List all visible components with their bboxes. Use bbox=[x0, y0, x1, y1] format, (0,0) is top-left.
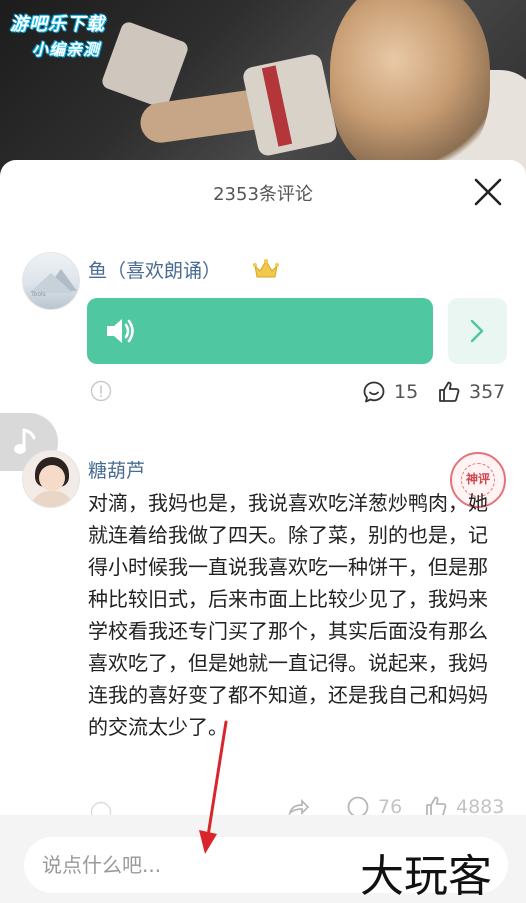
crown-icon bbox=[253, 259, 279, 278]
comment-username[interactable]: 鱼（喜欢朗诵） bbox=[88, 256, 221, 283]
top-watermark: 游吧乐下载 小编亲测 bbox=[10, 10, 142, 60]
avatar[interactable]: Tools bbox=[22, 252, 80, 310]
watermark-line2: 小编亲测 bbox=[32, 40, 101, 59]
sheet-header: 2353条评论 bbox=[0, 160, 526, 222]
like-count-value: 357 bbox=[469, 381, 506, 403]
bottom-watermark: 大玩客 bbox=[360, 851, 492, 902]
report-icon[interactable] bbox=[90, 380, 112, 402]
thumbs-up-icon bbox=[439, 381, 460, 402]
comment-username[interactable]: 糖葫芦 bbox=[88, 456, 145, 483]
seal-text: 神评 bbox=[465, 472, 490, 486]
close-button[interactable] bbox=[472, 176, 504, 208]
reply-count-value: 15 bbox=[394, 381, 419, 403]
reply-count[interactable]: 15 bbox=[362, 380, 418, 404]
avatar-caption: Tools bbox=[31, 291, 46, 298]
mountain-shape bbox=[29, 273, 73, 293]
close-icon bbox=[474, 178, 502, 206]
avatar-face bbox=[39, 465, 65, 491]
watermark-line1: 游吧乐下载 bbox=[10, 14, 105, 35]
voice-message-button[interactable] bbox=[87, 298, 433, 364]
child-figure bbox=[330, 0, 490, 175]
voice-next-button[interactable] bbox=[448, 298, 507, 364]
header-photo: 游吧乐下载 小编亲测 bbox=[0, 0, 526, 175]
like-count[interactable]: 357 bbox=[437, 380, 505, 404]
comment-count: 2353条评论 bbox=[213, 184, 313, 205]
speaker-icon bbox=[107, 319, 134, 343]
chevron-right-icon bbox=[470, 319, 484, 343]
comment-body: 对滴，我妈也是，我说喜欢吃洋葱炒鸭肉，她就连着给我做了四天。除了菜，别的也是，记… bbox=[88, 491, 488, 739]
avatar[interactable] bbox=[22, 450, 80, 508]
avatar-body bbox=[31, 491, 73, 507]
comment-bubble-icon bbox=[363, 381, 385, 403]
